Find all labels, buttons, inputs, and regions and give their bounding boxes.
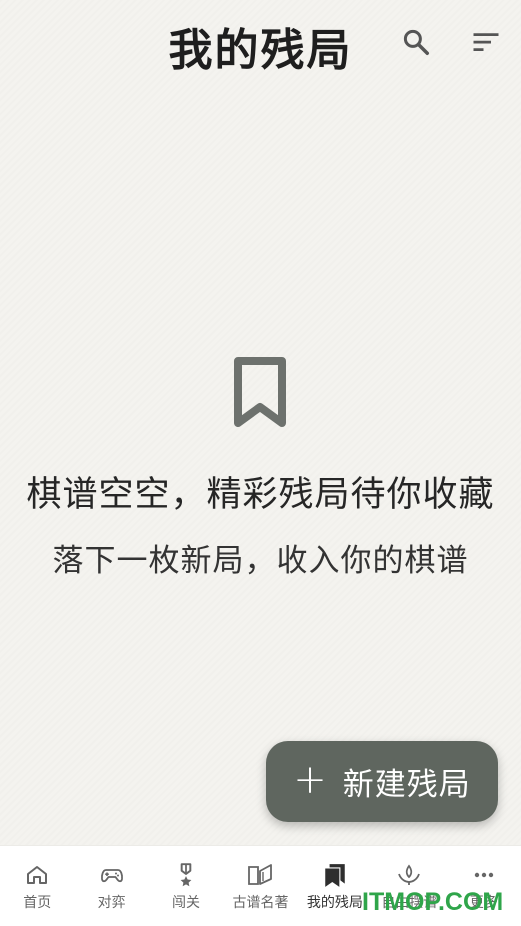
nav-label: 古谱名著	[232, 895, 289, 911]
book-icon	[248, 864, 273, 885]
new-endgame-button[interactable]: + 新建残局	[266, 741, 498, 822]
plus-icon: +	[293, 756, 327, 803]
medal-icon	[180, 863, 192, 887]
nav-label: 首页	[23, 895, 52, 911]
header: 我的残局	[0, 0, 521, 86]
gamepad-icon	[100, 869, 123, 883]
nav-label: 我的残局	[306, 895, 363, 911]
nav-item-my-endgames[interactable]: 我的残局	[298, 846, 372, 926]
search-icon	[403, 29, 429, 55]
page-title: 我的残局	[168, 25, 353, 76]
search-button[interactable]	[396, 22, 436, 62]
nav-label: 闯关	[172, 895, 201, 911]
home-icon	[27, 866, 48, 884]
sort-button[interactable]	[466, 22, 506, 62]
nav-label: 对弈	[97, 895, 126, 911]
bookmark-icon	[234, 357, 286, 427]
empty-state-title: 棋谱空空，精彩残局待你收藏	[26, 475, 495, 515]
sort-icon	[473, 33, 499, 51]
nav-item-classics[interactable]: 古谱名著	[223, 846, 297, 926]
nav-item-levels[interactable]: 闯关	[149, 846, 223, 926]
bookmark-icon	[325, 864, 345, 887]
nav-item-home[interactable]: 首页	[0, 846, 74, 926]
new-endgame-label: 新建残局	[342, 767, 471, 803]
watermark: ITMOP.COM	[362, 888, 504, 916]
nav-item-play[interactable]: 对弈	[74, 846, 148, 926]
more-icon	[474, 872, 493, 878]
empty-state-subtitle: 落下一枚新局，收入你的棋谱	[52, 543, 469, 579]
lotus-icon	[398, 864, 421, 885]
